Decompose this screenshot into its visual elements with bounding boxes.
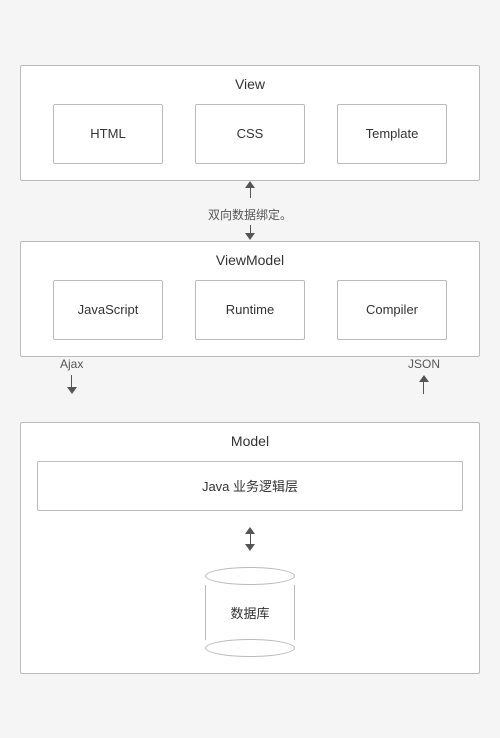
model-layer: Model Java 业务逻辑层 数据库	[20, 422, 480, 674]
middle-arrow-down	[245, 225, 255, 240]
json-arrow	[419, 375, 429, 394]
middle-arrow	[245, 181, 255, 198]
arrow-up-head	[245, 181, 255, 188]
json-arrowhead-up	[419, 375, 429, 382]
javascript-box: JavaScript	[53, 280, 163, 340]
arrow-down-head	[245, 233, 255, 240]
css-box: CSS	[195, 104, 305, 164]
view-layer: View HTML CSS Template	[20, 65, 480, 181]
arrow-line-top	[250, 188, 251, 198]
template-box: Template	[337, 104, 447, 164]
bottom-connector: Ajax JSON	[20, 357, 480, 422]
db-label: 数据库	[230, 603, 269, 622]
middle-connector-label: 双向数据绑定。	[208, 206, 292, 223]
html-box: HTML	[53, 104, 163, 164]
viewmodel-boxes: JavaScript Runtime Compiler	[37, 280, 463, 340]
view-boxes: HTML CSS Template	[37, 104, 463, 164]
json-label: JSON	[408, 357, 440, 371]
viewmodel-layer: ViewModel JavaScript Runtime Compiler	[20, 241, 480, 357]
viewmodel-title: ViewModel	[37, 252, 463, 268]
cyl-bottom	[205, 639, 295, 657]
cyl-top	[205, 567, 295, 585]
cyl-body: 数据库	[205, 585, 295, 640]
db-arrow-down	[245, 544, 255, 551]
runtime-box: Runtime	[195, 280, 305, 340]
ajax-connector: Ajax	[60, 357, 83, 394]
model-inner: Java 业务逻辑层 数据库	[37, 461, 463, 657]
arrow-line-bottom	[250, 225, 251, 233]
json-connector: JSON	[408, 357, 440, 394]
ajax-arrowhead	[67, 387, 77, 394]
view-title: View	[37, 76, 463, 92]
compiler-box: Compiler	[337, 280, 447, 340]
diagram: View HTML CSS Template 双向数据绑定。 ViewModel…	[20, 45, 480, 694]
java-layer-box: Java 业务逻辑层	[37, 461, 463, 511]
db-arrow-line	[250, 534, 251, 544]
db-arrow	[245, 527, 255, 551]
json-line	[423, 382, 424, 394]
ajax-label: Ajax	[60, 357, 83, 371]
ajax-arrow	[67, 375, 77, 394]
middle-connector: 双向数据绑定。	[20, 181, 480, 241]
db-arrow-up	[245, 527, 255, 534]
database-cylinder: 数据库	[205, 567, 295, 657]
ajax-line	[71, 375, 72, 387]
model-title: Model	[37, 433, 463, 449]
